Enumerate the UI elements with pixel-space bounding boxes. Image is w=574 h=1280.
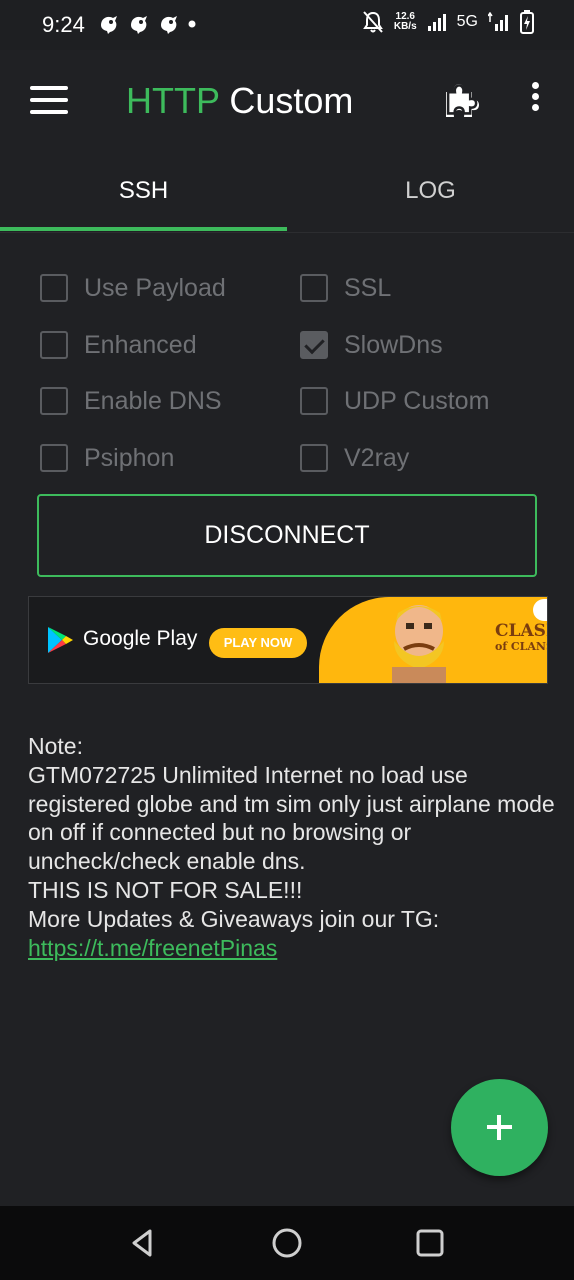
checkbox-box	[40, 387, 68, 415]
app-bar: HTTP Custom	[0, 50, 574, 150]
add-fab-button[interactable]	[451, 1079, 548, 1176]
checkbox-box	[40, 444, 68, 472]
slowdns-checkbox[interactable]: SlowDns	[300, 325, 443, 365]
enable-dns-label: Enable DNS	[84, 386, 222, 415]
v2ray-label: V2ray	[344, 443, 410, 472]
psiphon-checkbox[interactable]: Psiphon	[40, 438, 174, 478]
status-time: 9:24	[42, 12, 85, 37]
more-vert-icon	[531, 82, 539, 89]
signal-icon	[427, 14, 446, 31]
app-title-http: HTTP	[126, 80, 220, 121]
checkbox-box	[300, 387, 328, 415]
more-notifications-dot-icon	[188, 20, 196, 28]
udp-custom-label: UDP Custom	[344, 386, 490, 415]
mute-bell-icon	[362, 11, 383, 33]
disconnect-button[interactable]: DISCONNECT	[37, 494, 537, 577]
note-updates: More Updates & Giveaways join our TG:	[28, 905, 440, 932]
ad-store-label: Google Play	[83, 627, 198, 650]
checkbox-box	[40, 331, 68, 359]
app-notification-icon	[161, 16, 177, 34]
enable-dns-checkbox[interactable]: Enable DNS	[40, 381, 222, 421]
tab-ssh[interactable]: SSH	[0, 150, 287, 232]
signal-with-data-icon	[488, 12, 508, 31]
note-warning: THIS IS NOT FOR SALE!!!	[28, 876, 303, 903]
note-heading: Note:	[28, 733, 83, 759]
recent-apps-icon[interactable]	[413, 1226, 447, 1260]
ad-banner[interactable]: Google Play PLAY NOW CLASH of CLANS	[28, 596, 548, 684]
battery-charging-icon	[520, 10, 534, 34]
back-icon[interactable]	[126, 1226, 160, 1260]
checkbox-checked	[300, 331, 328, 359]
more-options-button[interactable]	[522, 82, 548, 118]
notification-icons	[98, 13, 196, 35]
network-type: 5G	[456, 13, 478, 30]
puzzle-icon	[446, 84, 479, 117]
status-bar: 9:24 12.6 KB/s 5G	[0, 0, 574, 50]
checkbox-box	[300, 444, 328, 472]
google-play-icon	[48, 627, 73, 653]
v2ray-checkbox[interactable]: V2ray	[300, 438, 409, 478]
tab-indicator	[0, 227, 287, 231]
plugin-button[interactable]	[440, 80, 480, 120]
hamburger-icon	[30, 86, 68, 90]
use-payload-label: Use Payload	[84, 273, 226, 302]
app-notification-icon	[101, 16, 117, 34]
options-grid: Use Payload SSL Enhanced SlowDns Enable …	[0, 258, 574, 488]
app-title: HTTP Custom	[126, 80, 353, 122]
psiphon-label: Psiphon	[84, 443, 175, 472]
system-nav-bar	[0, 1206, 574, 1280]
tab-bar: SSH LOG	[0, 150, 574, 233]
enhanced-label: Enhanced	[84, 330, 197, 359]
status-right: 12.6 KB/s 5G	[362, 10, 534, 34]
network-speed-unit: KB/s	[393, 21, 417, 32]
ad-game-logo: CLASH of CLANS	[495, 621, 547, 654]
note-body: GTM072725 Unlimited Internet no load use…	[28, 761, 555, 875]
tab-log[interactable]: LOG	[287, 150, 574, 232]
slowdns-label: SlowDns	[344, 330, 443, 359]
udp-custom-checkbox[interactable]: UDP Custom	[300, 381, 489, 421]
ssl-label: SSL	[344, 273, 392, 302]
menu-button[interactable]	[30, 86, 68, 114]
note-text: Note: GTM072725 Unlimited Internet no lo…	[28, 732, 558, 962]
checkbox-box	[40, 274, 68, 302]
use-payload-checkbox[interactable]: Use Payload	[40, 268, 226, 308]
checkbox-box	[300, 274, 328, 302]
home-icon[interactable]	[270, 1226, 304, 1260]
app-notification-icon	[131, 16, 147, 34]
barbarian-character-image	[392, 605, 446, 683]
telegram-link[interactable]: https://t.me/freenetPinas	[28, 935, 277, 961]
app-title-custom: Custom	[229, 80, 354, 121]
ad-play-now-button[interactable]: PLAY NOW	[209, 628, 307, 658]
ssl-checkbox[interactable]: SSL	[300, 268, 391, 308]
enhanced-checkbox[interactable]: Enhanced	[40, 325, 197, 365]
network-speed: 12.6 KB/s	[394, 12, 417, 32]
